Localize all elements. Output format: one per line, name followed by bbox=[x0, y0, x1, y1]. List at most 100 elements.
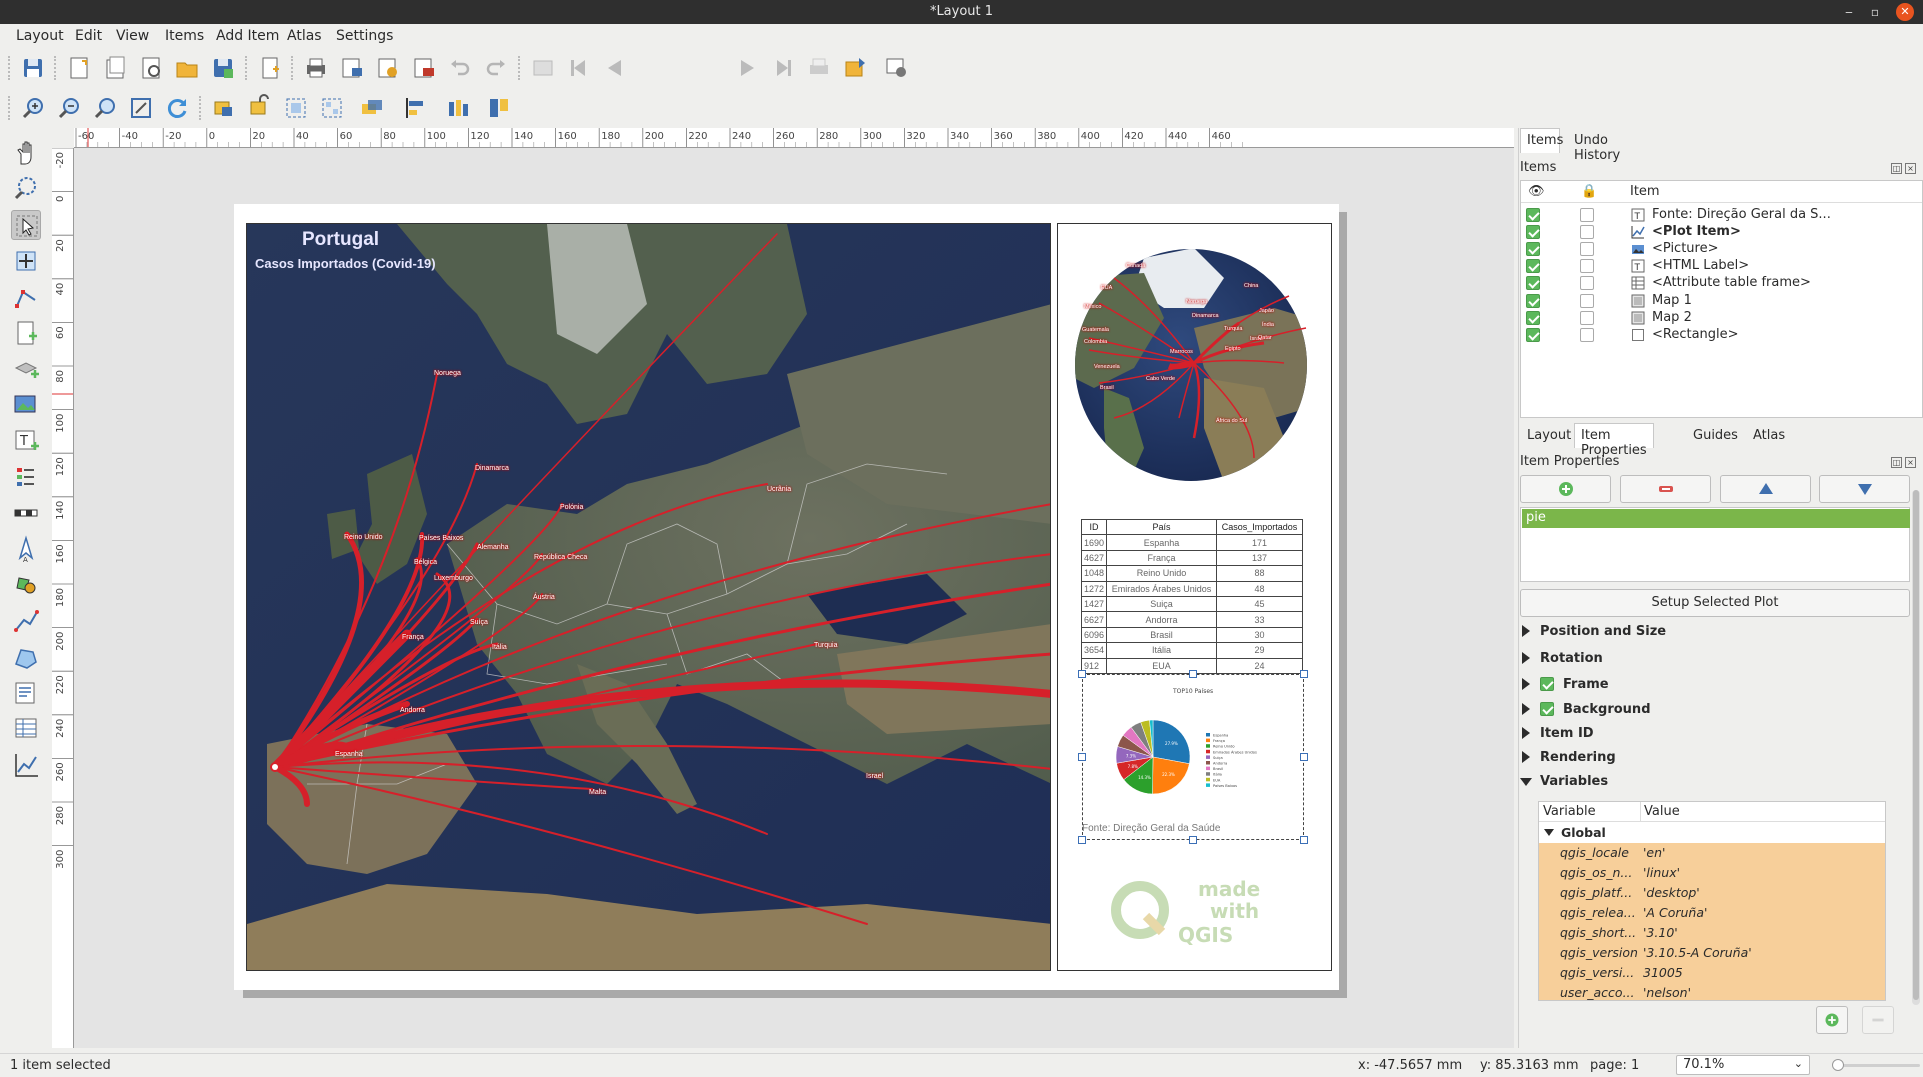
variable-value[interactable]: 31005 bbox=[1643, 965, 1683, 980]
resize-handle[interactable] bbox=[1078, 670, 1086, 678]
atlas-next-icon[interactable] bbox=[733, 54, 761, 82]
add-picture-icon[interactable] bbox=[11, 390, 41, 420]
zoom-slider[interactable] bbox=[1832, 1059, 1920, 1071]
variable-row[interactable]: qgis_locale 'en' bbox=[1539, 843, 1885, 863]
atlas-settings-icon[interactable] bbox=[883, 54, 911, 82]
move-plot-down-button[interactable] bbox=[1819, 475, 1910, 503]
toolbar-grip[interactable] bbox=[8, 96, 12, 120]
restore-icon[interactable]: ▫ bbox=[1866, 3, 1884, 21]
new-layout-icon[interactable] bbox=[65, 54, 93, 82]
setup-selected-plot-button[interactable]: Setup Selected Plot bbox=[1520, 589, 1910, 617]
add-html-icon[interactable] bbox=[11, 678, 41, 708]
variable-row[interactable]: qgis_versi... 31005 bbox=[1539, 963, 1885, 983]
zoom-100-icon[interactable] bbox=[91, 94, 119, 122]
toolbar-grip[interactable] bbox=[199, 96, 203, 120]
variable-row[interactable]: qgis_relea... 'A Coruña' bbox=[1539, 903, 1885, 923]
move-plot-up-button[interactable] bbox=[1720, 475, 1811, 503]
plot-list-item-selected[interactable]: pie bbox=[1522, 509, 1910, 528]
items-tree[interactable]: 👁 🔒 Item T Fonte: Direção Geral da S... <P… bbox=[1520, 180, 1923, 418]
menu-view[interactable]: View bbox=[116, 28, 149, 44]
export-image-icon[interactable] bbox=[338, 54, 366, 82]
variable-value[interactable]: 'en' bbox=[1643, 845, 1666, 860]
close-window-icon[interactable]: ✕ bbox=[1896, 3, 1914, 21]
tab-item-properties[interactable]: Item Properties bbox=[1574, 423, 1654, 458]
export-pdf-icon[interactable] bbox=[410, 54, 438, 82]
align-items-icon[interactable] bbox=[401, 94, 429, 122]
add-label-icon[interactable]: T bbox=[11, 426, 41, 456]
tab-guides[interactable]: Guides bbox=[1686, 423, 1745, 448]
section-position-size[interactable]: Position and Size bbox=[1520, 623, 1820, 643]
section-variables[interactable]: Variables bbox=[1520, 773, 1820, 793]
float-icon[interactable]: ◫ bbox=[1891, 457, 1902, 468]
close-icon[interactable]: × bbox=[1905, 457, 1916, 468]
resize-handle[interactable] bbox=[1300, 836, 1308, 844]
variable-value[interactable]: 'A Coruña' bbox=[1643, 905, 1707, 920]
resize-handle[interactable] bbox=[1189, 670, 1197, 678]
variables-group-global[interactable]: Global bbox=[1539, 823, 1885, 843]
made-with-qgis-logo[interactable]: made with QGIS bbox=[1110, 870, 1282, 948]
export-svg-icon[interactable] bbox=[374, 54, 402, 82]
tab-undo-history[interactable]: Undo History bbox=[1567, 128, 1627, 163]
add-polyline-icon[interactable] bbox=[11, 606, 41, 636]
section-frame[interactable]: Frame bbox=[1520, 676, 1820, 696]
add-attribute-table-icon[interactable] bbox=[11, 714, 41, 744]
remove-plot-button[interactable] bbox=[1620, 475, 1711, 503]
tab-atlas[interactable]: Atlas bbox=[1746, 423, 1792, 448]
zoom-in-icon[interactable] bbox=[19, 94, 47, 122]
add-legend-icon[interactable] bbox=[11, 462, 41, 492]
section-rotation[interactable]: Rotation bbox=[1520, 650, 1820, 670]
lock-checkbox[interactable] bbox=[1580, 310, 1594, 325]
atlas-prev-icon[interactable] bbox=[601, 54, 629, 82]
resize-handle[interactable] bbox=[1078, 753, 1086, 761]
menu-settings[interactable]: Settings bbox=[336, 28, 393, 44]
add-polygon-icon[interactable] bbox=[11, 642, 41, 672]
atlas-preview-icon[interactable] bbox=[529, 54, 557, 82]
save-template-icon[interactable] bbox=[209, 54, 237, 82]
zoom-tool-icon[interactable] bbox=[11, 174, 41, 204]
section-rendering[interactable]: Rendering bbox=[1520, 749, 1820, 769]
raise-items-icon[interactable] bbox=[358, 94, 386, 122]
add-variable-button[interactable] bbox=[1816, 1006, 1848, 1034]
zoom-level-combo[interactable]: 70.1% ⌄ bbox=[1676, 1055, 1810, 1075]
visibility-checkbox[interactable] bbox=[1526, 242, 1540, 257]
add-pages-tool-icon[interactable] bbox=[11, 318, 41, 348]
menu-edit[interactable]: Edit bbox=[75, 28, 102, 44]
visibility-checkbox[interactable] bbox=[1526, 310, 1540, 325]
variable-value[interactable]: '3.10' bbox=[1643, 925, 1678, 940]
visibility-checkbox[interactable] bbox=[1526, 208, 1540, 222]
variable-row[interactable]: qgis_platf... 'desktop' bbox=[1539, 883, 1885, 903]
atlas-first-icon[interactable] bbox=[565, 54, 593, 82]
lock-checkbox[interactable] bbox=[1580, 225, 1594, 240]
resize-items-icon[interactable] bbox=[485, 94, 513, 122]
plot-item-pie[interactable]: TOP10 Países 27.9% 22.3% 14.3% 7.8% 7.3% Espan… bbox=[1078, 670, 1308, 844]
scrollbar-thumb[interactable] bbox=[1913, 490, 1919, 1000]
resize-handle[interactable] bbox=[1189, 836, 1197, 844]
visibility-checkbox[interactable] bbox=[1526, 276, 1540, 291]
map-item-globe[interactable]: Canadá EUA México Guatemala Colombia Venezuel… bbox=[1074, 248, 1308, 482]
unlock-items-icon[interactable] bbox=[246, 94, 274, 122]
remove-variable-button[interactable] bbox=[1862, 1006, 1894, 1034]
source-label[interactable]: Fonte: Direção Geral da Saúde bbox=[1082, 823, 1220, 834]
map-item-europe[interactable]: Portugal Casos Importados (Covid-19) Nor… bbox=[246, 223, 1051, 971]
add-pages-icon[interactable] bbox=[256, 54, 284, 82]
visibility-checkbox[interactable] bbox=[1526, 225, 1540, 240]
visibility-checkbox[interactable] bbox=[1526, 327, 1540, 342]
section-item-id[interactable]: Item ID bbox=[1520, 725, 1820, 745]
add-3d-map-icon[interactable] bbox=[11, 354, 41, 384]
refresh-icon[interactable] bbox=[163, 94, 191, 122]
toolbar-grip[interactable] bbox=[54, 56, 58, 80]
frame-checkbox[interactable] bbox=[1540, 677, 1554, 691]
add-plot-item-icon[interactable] bbox=[11, 750, 41, 780]
open-template-icon[interactable] bbox=[173, 54, 201, 82]
menu-layout[interactable]: Layout bbox=[16, 28, 64, 44]
add-shape-icon[interactable] bbox=[11, 570, 41, 600]
distribute-items-icon[interactable] bbox=[444, 94, 472, 122]
menu-atlas[interactable]: Atlas bbox=[287, 28, 322, 44]
pan-tool-icon[interactable] bbox=[11, 138, 41, 168]
redo-icon[interactable] bbox=[482, 54, 510, 82]
undo-icon[interactable] bbox=[446, 54, 474, 82]
ungroup-items-icon[interactable] bbox=[318, 94, 346, 122]
group-items-icon[interactable] bbox=[282, 94, 310, 122]
add-plot-button[interactable] bbox=[1520, 475, 1611, 503]
resize-handle[interactable] bbox=[1300, 753, 1308, 761]
